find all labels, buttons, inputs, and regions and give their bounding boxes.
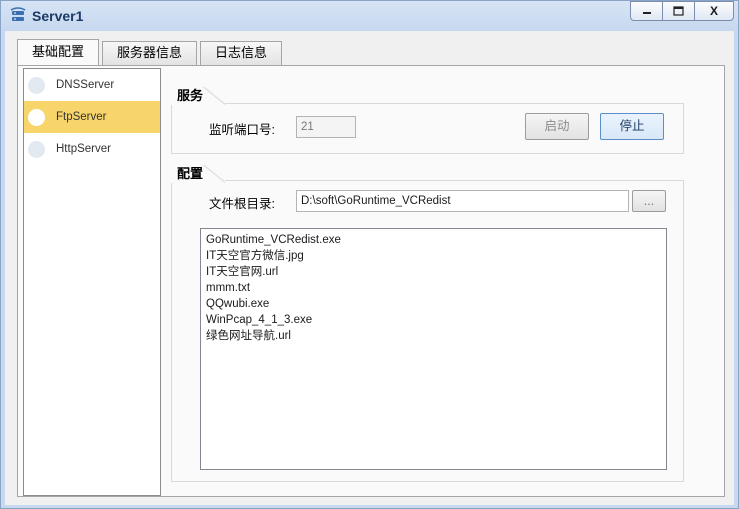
list-item[interactable]: WinPcap_4_1_3.exe — [201, 312, 666, 328]
service-group-title: 服务 — [171, 87, 226, 105]
title-bar[interactable]: Server1 X — [1, 1, 738, 31]
stop-button[interactable]: 停止 — [600, 113, 664, 140]
maximize-icon — [673, 6, 684, 16]
list-item[interactable]: 绿色网址导航.url — [201, 328, 666, 344]
list-item[interactable]: IT天空官网.url — [201, 264, 666, 280]
server-list: DNSServer FtpServer HttpServer — [23, 68, 161, 496]
port-label: 监听端口号: — [209, 123, 275, 137]
server-item-http[interactable]: HttpServer — [24, 133, 160, 165]
close-icon: X — [709, 4, 718, 18]
list-item[interactable]: IT天空官方微信.jpg — [201, 248, 666, 264]
list-item[interactable]: QQwubi.exe — [201, 296, 666, 312]
config-group-title: 配置 — [171, 165, 226, 183]
server-app-icon — [9, 7, 27, 25]
maximize-button[interactable] — [662, 1, 695, 21]
close-button[interactable]: X — [694, 1, 734, 21]
port-input[interactable]: 21 — [296, 116, 356, 138]
server-status-icon — [28, 108, 45, 126]
server-status-icon — [28, 140, 45, 158]
root-dir-label: 文件根目录: — [209, 197, 275, 211]
server-item-label: DNSServer — [56, 79, 115, 91]
minimize-button[interactable] — [630, 1, 663, 21]
tab-strip: 基础配置 服务器信息 日志信息 — [17, 39, 285, 65]
server-status-icon — [28, 76, 45, 94]
server-item-dns[interactable]: DNSServer — [24, 69, 160, 101]
window-controls: X — [630, 1, 734, 21]
list-item[interactable]: GoRuntime_VCRedist.exe — [201, 232, 666, 248]
tab-log-info[interactable]: 日志信息 — [200, 41, 283, 65]
server-item-label: FtpServer — [56, 111, 107, 123]
browse-button[interactable]: ... — [632, 190, 666, 212]
file-list[interactable]: GoRuntime_VCRedist.exe IT天空官方微信.jpg IT天空… — [200, 228, 667, 470]
tab-panel-basic-config: DNSServer FtpServer HttpServer 服务 监听端口号:… — [17, 65, 725, 497]
tab-server-info[interactable]: 服务器信息 — [102, 41, 198, 65]
server-item-ftp[interactable]: FtpServer — [24, 101, 160, 133]
window-title: Server1 — [32, 8, 84, 24]
server-item-label: HttpServer — [56, 143, 111, 155]
root-dir-input[interactable]: D:\soft\GoRuntime_VCRedist — [296, 190, 629, 212]
window-client-area: 基础配置 服务器信息 日志信息 DNSServer FtpServer Http… — [5, 31, 734, 505]
start-button[interactable]: 启动 — [525, 113, 589, 140]
minimize-icon — [642, 12, 651, 14]
tab-basic-config[interactable]: 基础配置 — [17, 39, 100, 65]
list-item[interactable]: mmm.txt — [201, 280, 666, 296]
server-window: Server1 X 基础配置 服务器信息 日志信息 DNSServer FtpS… — [0, 0, 739, 509]
